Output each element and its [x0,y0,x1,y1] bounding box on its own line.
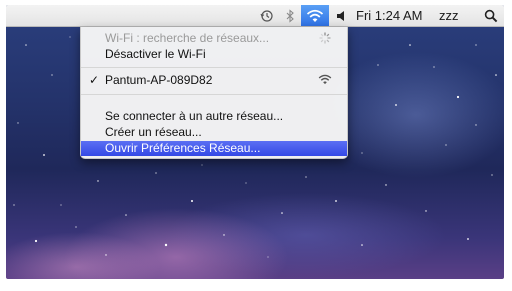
menubar-clock[interactable]: Fri 1:24 AM [356,5,422,26]
network-name: Pantum-AP-089D82 [105,73,213,87]
create-network-label: Créer un réseau... [105,125,202,139]
create-network-item[interactable]: Créer un réseau... [81,125,347,140]
spotlight-icon[interactable] [484,5,498,26]
wifi-icon[interactable] [301,5,329,26]
open-network-preferences-item[interactable]: Ouvrir Préférences Réseau... [81,141,347,156]
volume-icon[interactable] [336,5,348,26]
menu-bar: Fri 1:24 AM zzz [6,5,504,27]
network-item-pantum[interactable]: ✓ Pantum-AP-089D82 [81,73,347,88]
wifi-status-item: Wi-Fi : recherche de réseaux... [81,31,347,46]
checkmark-icon: ✓ [89,73,100,87]
open-network-preferences-label: Ouvrir Préférences Réseau... [105,141,261,155]
bluetooth-icon[interactable] [285,5,295,26]
toggle-wifi-label: Désactiver le Wi-Fi [105,47,206,61]
spinner-icon [319,32,331,44]
menubar-user[interactable]: zzz [439,5,459,26]
connect-other-network-label: Se connecter à un autre réseau... [105,109,284,123]
toggle-wifi-item[interactable]: Désactiver le Wi-Fi [81,47,347,62]
menu-separator [81,94,347,95]
menu-separator [81,67,347,68]
connect-other-network-item[interactable]: Se connecter à un autre réseau... [81,109,347,124]
wifi-dropdown-menu: Wi-Fi : recherche de réseaux... Désactiv… [80,27,348,159]
wifi-status-label: Wi-Fi : recherche de réseaux... [105,31,270,45]
time-machine-icon[interactable] [260,5,274,26]
desktop-screenshot: Fri 1:24 AM zzz Wi-Fi : recherche de rés… [6,5,504,279]
wifi-signal-icon [318,74,332,85]
